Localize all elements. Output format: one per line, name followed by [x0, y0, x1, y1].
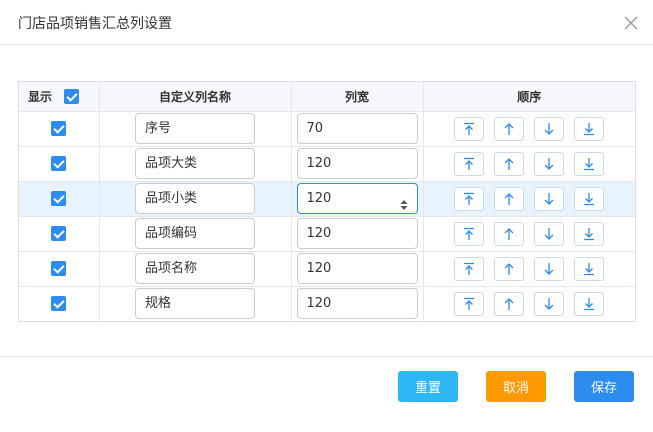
header-name: 自定义列名称 — [99, 82, 292, 112]
order-cell — [423, 111, 635, 147]
header-show-label: 显示 — [28, 89, 53, 104]
move-top-icon[interactable] — [454, 186, 485, 211]
header-width: 列宽 — [291, 82, 424, 112]
table-header-row: 显示 自定义列名称 列宽 顺序 — [19, 82, 635, 112]
move-down-icon[interactable] — [534, 151, 565, 176]
show-checkbox[interactable] — [51, 226, 67, 241]
header-order: 顺序 — [423, 82, 635, 112]
column-width-input[interactable]: 120 — [296, 218, 418, 249]
move-down-icon[interactable] — [534, 256, 565, 281]
column-width-input[interactable]: 120 — [296, 288, 418, 320]
move-bottom-icon[interactable] — [574, 221, 605, 246]
name-cell: 品项编码 — [99, 216, 292, 252]
name-cell: 序号 — [99, 111, 292, 147]
move-bottom-icon[interactable] — [574, 291, 605, 316]
show-cell — [19, 146, 100, 182]
width-cell: 120 — [291, 251, 424, 287]
show-checkbox[interactable] — [51, 121, 67, 136]
order-cell — [423, 286, 635, 321]
move-top-icon[interactable] — [454, 256, 485, 281]
reset-button[interactable]: 重置 — [398, 371, 458, 402]
save-button[interactable]: 保存 — [574, 371, 634, 402]
move-top-icon[interactable] — [454, 116, 485, 141]
name-cell: 品项大类 — [99, 146, 292, 182]
column-name-input[interactable]: 规格 — [135, 288, 255, 320]
show-cell — [19, 216, 100, 252]
move-bottom-icon[interactable] — [574, 186, 605, 211]
show-cell — [19, 181, 100, 217]
move-up-icon[interactable] — [494, 151, 525, 176]
show-cell — [19, 251, 100, 287]
move-down-icon[interactable] — [534, 116, 565, 141]
table-row: 规格 120 — [19, 286, 635, 321]
dialog-header: 门店品项销售汇总列设置 — [0, 0, 653, 45]
show-cell — [19, 286, 100, 321]
table-row: 品项编码 120 — [19, 216, 635, 252]
dialog-title: 门店品项销售汇总列设置 — [18, 16, 172, 32]
name-cell: 规格 — [99, 286, 292, 321]
move-top-icon[interactable] — [454, 221, 485, 246]
order-cell — [423, 181, 635, 217]
move-bottom-icon[interactable] — [574, 116, 605, 141]
table-row: 序号 70 — [19, 111, 635, 147]
move-top-icon[interactable] — [454, 151, 485, 176]
move-up-icon[interactable] — [494, 116, 525, 141]
column-width-input[interactable]: 120 — [296, 183, 418, 214]
width-cell: 70 — [291, 111, 424, 147]
spinner-icon[interactable] — [400, 193, 408, 210]
column-settings-table: 显示 自定义列名称 列宽 顺序 序号 70 品项大类 120 品项小类 120 … — [18, 81, 636, 322]
move-up-icon[interactable] — [494, 256, 525, 281]
width-cell: 120 — [291, 146, 424, 182]
column-width-input[interactable]: 120 — [296, 148, 418, 179]
dialog-footer: 重置 取消 保存 — [0, 356, 653, 432]
show-cell — [19, 111, 100, 147]
column-width-input[interactable]: 70 — [296, 113, 418, 144]
table-row: 品项小类 120 — [19, 181, 635, 217]
order-cell — [423, 216, 635, 252]
order-cell — [423, 146, 635, 182]
cancel-button[interactable]: 取消 — [486, 371, 546, 402]
move-down-icon[interactable] — [534, 221, 565, 246]
width-cell: 120 — [291, 216, 424, 252]
column-name-input[interactable]: 品项名称 — [135, 253, 255, 284]
width-cell: 120 — [291, 286, 424, 321]
table-row: 品项大类 120 — [19, 146, 635, 182]
table-row: 品项名称 120 — [19, 251, 635, 287]
column-name-input[interactable]: 品项小类 — [135, 183, 255, 214]
order-cell — [423, 251, 635, 287]
width-cell: 120 — [291, 181, 424, 217]
move-up-icon[interactable] — [494, 221, 525, 246]
move-down-icon[interactable] — [534, 291, 565, 316]
column-name-input[interactable]: 品项大类 — [135, 148, 255, 179]
show-checkbox[interactable] — [51, 191, 67, 206]
column-name-input[interactable]: 品项编码 — [135, 218, 255, 249]
name-cell: 品项名称 — [99, 251, 292, 287]
column-name-input[interactable]: 序号 — [135, 113, 255, 144]
column-settings-dialog: 门店品项销售汇总列设置 显示 自定义列名称 列宽 顺序 序号 70 品项大类 1… — [0, 0, 653, 432]
name-cell: 品项小类 — [99, 181, 292, 217]
move-down-icon[interactable] — [534, 186, 565, 211]
move-top-icon[interactable] — [454, 291, 485, 316]
show-checkbox[interactable] — [51, 156, 67, 171]
column-width-input[interactable]: 120 — [296, 253, 418, 284]
move-up-icon[interactable] — [494, 291, 525, 316]
move-bottom-icon[interactable] — [574, 256, 605, 281]
select-all-checkbox[interactable] — [64, 88, 80, 104]
show-checkbox[interactable] — [51, 261, 67, 276]
header-show: 显示 — [19, 82, 100, 112]
move-bottom-icon[interactable] — [574, 151, 605, 176]
close-icon[interactable] — [623, 15, 639, 31]
move-up-icon[interactable] — [494, 186, 525, 211]
show-checkbox[interactable] — [51, 296, 67, 312]
